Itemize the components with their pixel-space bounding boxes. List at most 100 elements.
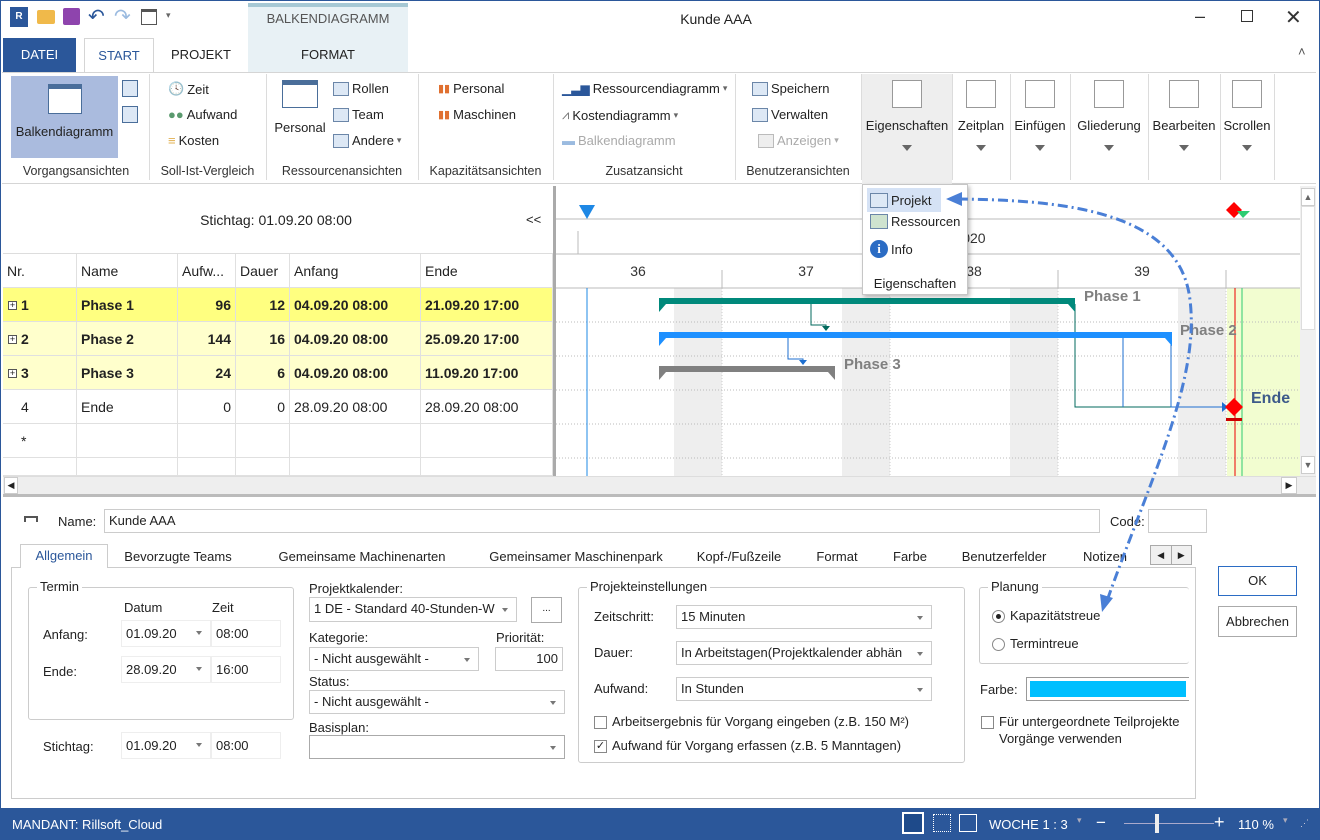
zoom-level[interactable]: 110 % <box>1238 817 1274 832</box>
future-band <box>1227 288 1300 476</box>
checkbox-checked-icon: ✓ <box>594 740 607 754</box>
anfang-time-input[interactable]: 08:00 <box>211 620 281 647</box>
datum-header: Datum <box>124 600 163 615</box>
detail-tab-6[interactable]: Farbe <box>880 546 940 566</box>
radio-selected-icon <box>992 610 1005 624</box>
menu-item-info[interactable]: i Info <box>870 240 913 258</box>
scroll-left-icon[interactable]: ◀ <box>4 477 18 494</box>
farbe-label: Farbe: <box>980 682 1018 697</box>
zeitschritt-select[interactable]: 15 Minuten <box>676 605 932 629</box>
basisplan-select[interactable] <box>309 735 565 759</box>
tab-scroll-left-icon[interactable]: ◀ <box>1151 546 1172 564</box>
projektkalender-select[interactable]: 1 DE - Standard 40-Stunden-W <box>309 597 517 622</box>
kategorie-label: Kategorie: <box>309 630 369 645</box>
projekteinstellungen-title: Projekteinstellungen <box>587 579 711 594</box>
stichtag-label: Stichtag: <box>43 739 94 754</box>
zoom-dropdown-icon[interactable]: ▾ <box>1283 815 1288 826</box>
name-input[interactable]: Kunde AAA <box>104 509 1100 533</box>
ende-time-input[interactable]: 16:00 <box>211 656 281 683</box>
anfang-date-picker[interactable]: 01.09.20 <box>121 620 211 647</box>
project-icon <box>24 516 38 522</box>
detail-tab-4[interactable]: Kopf-/Fußzeile <box>685 546 793 566</box>
week-label: 39 <box>1134 263 1150 279</box>
radio-unselected-icon <box>992 638 1005 652</box>
tab-scroll-buttons: ◀ ▶ <box>1150 545 1192 565</box>
kategorie-select[interactable]: - Nicht ausgewählt - <box>309 647 479 671</box>
aufwand-erfassen-checkbox[interactable]: ✓ Aufwand für Vorgang erfassen (z.B. 5 Ma… <box>594 738 902 754</box>
prioritaet-label: Priorität: <box>496 630 545 645</box>
weekend-band <box>1178 288 1226 476</box>
checkbox-unchecked-icon <box>594 716 607 730</box>
vertical-scroll-thumb[interactable] <box>1301 206 1315 330</box>
arbeitsergebnis-label: Arbeitsergebnis für Vorgang eingeben (z.… <box>612 714 910 729</box>
arbeitsergebnis-checkbox[interactable]: Arbeitsergebnis für Vorgang eingeben (z.… <box>594 714 910 730</box>
detail-tab-1[interactable]: Bevorzugte Teams <box>118 546 238 566</box>
menu-item-ressourcen-label: Ressourcen <box>891 214 961 229</box>
info-icon: i <box>870 240 888 258</box>
termin-title: Termin <box>37 579 83 594</box>
bar-label: Phase 3 <box>844 356 901 373</box>
aufwand-select[interactable]: In Stunden <box>676 677 932 701</box>
aufwand-erfassen-label: Aufwand für Vorgang erfassen (z.B. 5 Man… <box>612 738 902 753</box>
ende-label: Ende: <box>43 664 77 679</box>
detail-splitter[interactable] <box>3 494 1316 497</box>
detail-tab-2[interactable]: Gemeinsame Machinenarten <box>265 546 459 566</box>
zoom-slider-thumb[interactable] <box>1155 814 1159 833</box>
zeit-header: Zeit <box>212 600 234 615</box>
mandant-label: MANDANT: Rillsoft_Cloud <box>12 817 163 832</box>
network-view-status-icon[interactable] <box>933 814 951 832</box>
farbe-swatch <box>1030 681 1186 697</box>
scroll-up-icon[interactable]: ▲ <box>1301 188 1315 206</box>
code-input[interactable] <box>1148 509 1207 533</box>
bar-label: Phase 2 <box>1180 322 1237 339</box>
phase2-bar <box>659 332 1172 338</box>
detail-tab-5[interactable]: Format <box>805 546 869 566</box>
stichtag-time-input[interactable]: 08:00 <box>211 732 281 759</box>
zoom-in-button[interactable]: + <box>1214 812 1225 833</box>
tab-scroll-right-icon[interactable]: ▶ <box>1172 546 1192 564</box>
phase1-bar <box>659 298 1075 304</box>
cancel-button[interactable]: Abbrechen <box>1218 606 1297 637</box>
detail-tab-7[interactable]: Benutzerfelder <box>950 546 1058 566</box>
menu-item-projekt-label: Projekt <box>891 192 932 208</box>
gantt-view-status-icon[interactable] <box>902 812 924 834</box>
eigenschaften-dropdown: Projekt Ressourcen i Info Eigenschaften <box>862 184 968 295</box>
stichtag-date-picker[interactable]: 01.09.20 <box>121 732 211 759</box>
termintreue-radio[interactable]: Termintreue <box>992 636 1079 652</box>
weekend-band <box>1010 288 1058 476</box>
phase3-bar <box>659 366 835 372</box>
timescale-dropdown-icon[interactable]: ▾ <box>1077 815 1082 826</box>
basisplan-label: Basisplan: <box>309 720 369 735</box>
detail-tab-3[interactable]: Gemeinsamer Maschinenpark <box>471 546 681 566</box>
resize-grip-icon[interactable]: ⋰ <box>1300 818 1309 829</box>
project-properties-icon <box>870 192 888 208</box>
detail-tab-8[interactable]: Notizen <box>1070 546 1140 566</box>
prioritaet-input[interactable]: 100 <box>495 647 563 671</box>
farbe-picker[interactable] <box>1026 677 1189 701</box>
zoom-out-button[interactable]: − <box>1096 813 1106 833</box>
stichtag-marker-icon <box>579 205 595 219</box>
anfang-label: Anfang: <box>43 627 88 642</box>
status-select[interactable]: - Nicht ausgewählt - <box>309 690 565 714</box>
kalender-more-button[interactable]: ... <box>531 597 562 623</box>
dauer-select[interactable]: In Arbeitstagen(Projektkalender abhän <box>676 641 932 665</box>
ende-date-picker[interactable]: 28.09.20 <box>121 656 211 683</box>
milestone-baseline <box>1226 418 1242 421</box>
detail-tab-0[interactable]: Allgemein <box>20 544 108 568</box>
resource-view-status-icon[interactable] <box>959 814 977 832</box>
planung-title: Planung <box>988 579 1042 594</box>
scroll-right-icon[interactable]: ▶ <box>1281 477 1297 494</box>
menu-item-projekt[interactable]: Projekt <box>867 188 941 212</box>
zoom-slider[interactable] <box>1124 823 1214 824</box>
scroll-down-icon[interactable]: ▼ <box>1301 456 1315 474</box>
weekend-band <box>674 288 722 476</box>
horizontal-scrollbar[interactable] <box>3 476 1316 495</box>
projektkalender-label: Projektkalender: <box>309 581 403 596</box>
timescale-selector[interactable]: WOCHE 1 : 3 <box>989 817 1068 832</box>
kapazitaetstreue-radio[interactable]: Kapazitätstreue <box>992 608 1100 624</box>
menu-item-ressourcen[interactable]: Ressourcen <box>870 214 960 229</box>
week-label: 37 <box>798 263 814 279</box>
name-label: Name: <box>58 514 97 529</box>
ok-button[interactable]: OK <box>1218 566 1297 596</box>
teilprojekte-checkbox[interactable]: Für untergeordnete Teilprojekte <box>981 714 1179 730</box>
